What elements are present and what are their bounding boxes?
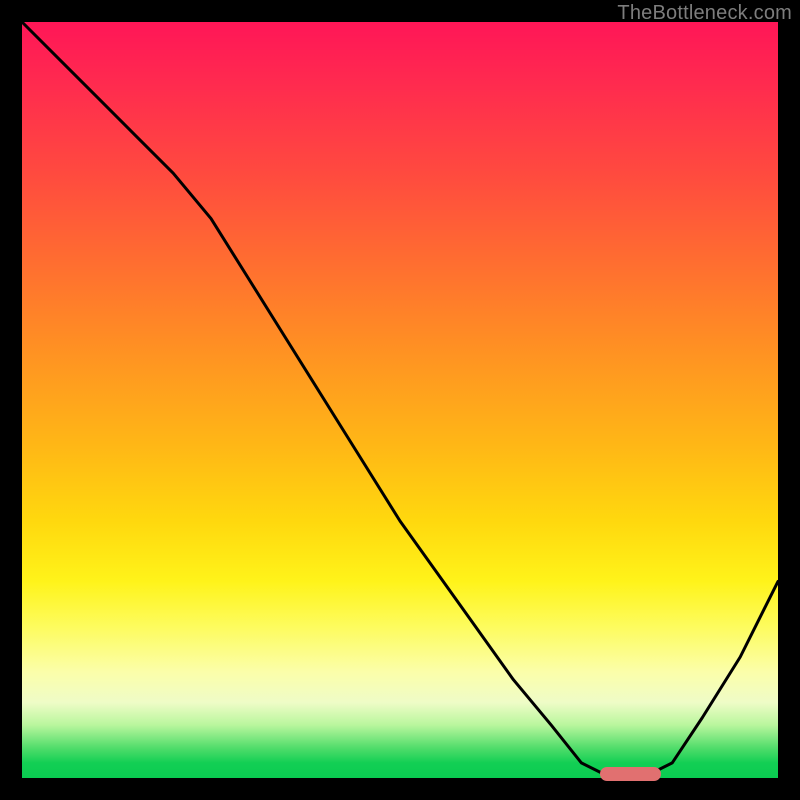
chart-frame: TheBottleneck.com: [0, 0, 800, 800]
attribution-text: TheBottleneck.com: [617, 2, 792, 25]
plot-area: [22, 22, 778, 778]
bottleneck-curve: [22, 22, 778, 778]
highlight-marker: [600, 767, 660, 781]
